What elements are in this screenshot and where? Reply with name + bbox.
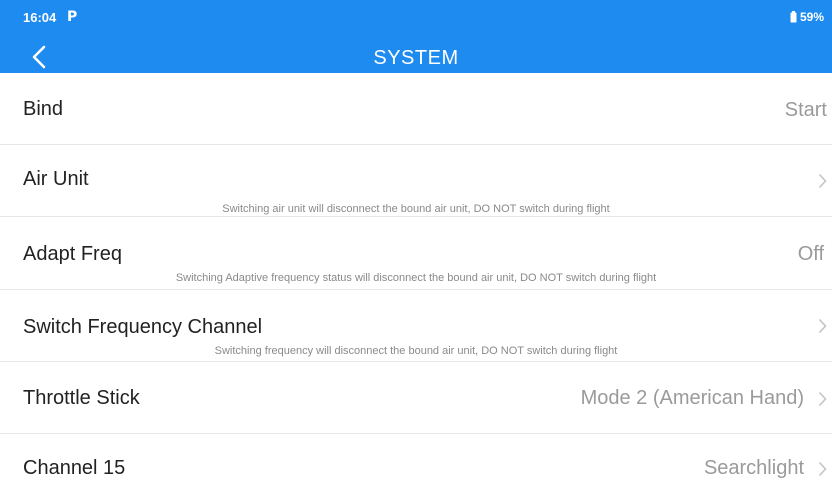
page-title: SYSTEM (373, 47, 459, 69)
app-notification-icon: P (67, 9, 78, 25)
channel-15-value: Searchlight (703, 457, 804, 479)
row-hint-adapt-freq: Switching Adaptive frequency status will… (175, 272, 657, 284)
bind-start-button[interactable]: Start (785, 99, 827, 122)
battery-icon (790, 11, 797, 23)
battery-percent: 59% (799, 10, 824, 24)
row-adapt-freq[interactable]: Adapt Freq Off Switching Adaptive freque… (0, 217, 832, 289)
row-label-switch-frequency-channel: Switch Frequency Channel (23, 316, 263, 338)
row-bind[interactable]: Bind Start (0, 73, 832, 144)
chevron-right-icon (818, 173, 827, 189)
chevron-right-icon (818, 391, 827, 407)
row-label-channel-15: Channel 15 (23, 457, 126, 479)
row-switch-frequency-channel[interactable]: Switch Frequency Channel Switching frequ… (0, 290, 832, 361)
row-hint-switch-frequency-channel: Switching frequency will disconnect the … (214, 345, 618, 357)
adapt-freq-value[interactable]: Off (798, 243, 824, 266)
row-label-air-unit: Air Unit (23, 168, 89, 190)
row-throttle-stick[interactable]: Throttle Stick Mode 2 (American Hand) (0, 362, 832, 433)
row-label-bind: Bind (23, 98, 64, 120)
chevron-right-icon (818, 461, 827, 477)
row-label-throttle-stick: Throttle Stick (23, 387, 140, 409)
status-time: 16:04 (23, 10, 57, 25)
chevron-right-icon (818, 318, 827, 334)
app-header: 16:04 P 59% SYSTEM (0, 0, 832, 73)
row-channel-15[interactable]: Channel 15 Searchlight (0, 434, 832, 498)
battery-indicator: 59% (790, 10, 824, 24)
row-hint-air-unit: Switching air unit will disconnect the b… (222, 203, 610, 215)
row-label-adapt-freq: Adapt Freq (23, 243, 122, 265)
row-air-unit[interactable]: Air Unit Switching air unit will disconn… (0, 145, 832, 216)
throttle-stick-value: Mode 2 (American Hand) (580, 387, 804, 409)
